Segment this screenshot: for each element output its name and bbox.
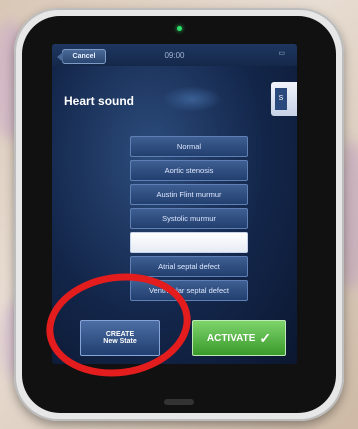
list-item[interactable]: Atrial septal defect — [130, 256, 248, 277]
list-item[interactable]: Systolic murmur — [130, 208, 248, 229]
brand-mark — [164, 399, 194, 405]
side-tab[interactable]: S — [271, 82, 297, 116]
side-tab-label: S — [275, 88, 287, 110]
checkmark-icon: ✓ — [259, 330, 272, 346]
status-icons: ▭ — [278, 49, 285, 57]
page-title: Heart sound — [64, 94, 135, 108]
list-item[interactable]: Normal — [130, 136, 248, 157]
list-item-selected[interactable] — [130, 232, 248, 253]
list-item[interactable]: Aortic stenosis — [130, 160, 248, 181]
cancel-button[interactable]: Cancel — [57, 49, 106, 64]
activate-label: ACTIVATE — [206, 332, 256, 344]
list-item[interactable]: Austin Flint murmur — [130, 184, 248, 205]
camera-led-icon — [177, 26, 182, 31]
battery-icon: ▭ — [278, 50, 285, 57]
heading-glow — [162, 86, 222, 112]
activate-button[interactable]: ACTIVATE ✓ — [192, 320, 286, 356]
status-time: 09:00 — [164, 50, 185, 60]
